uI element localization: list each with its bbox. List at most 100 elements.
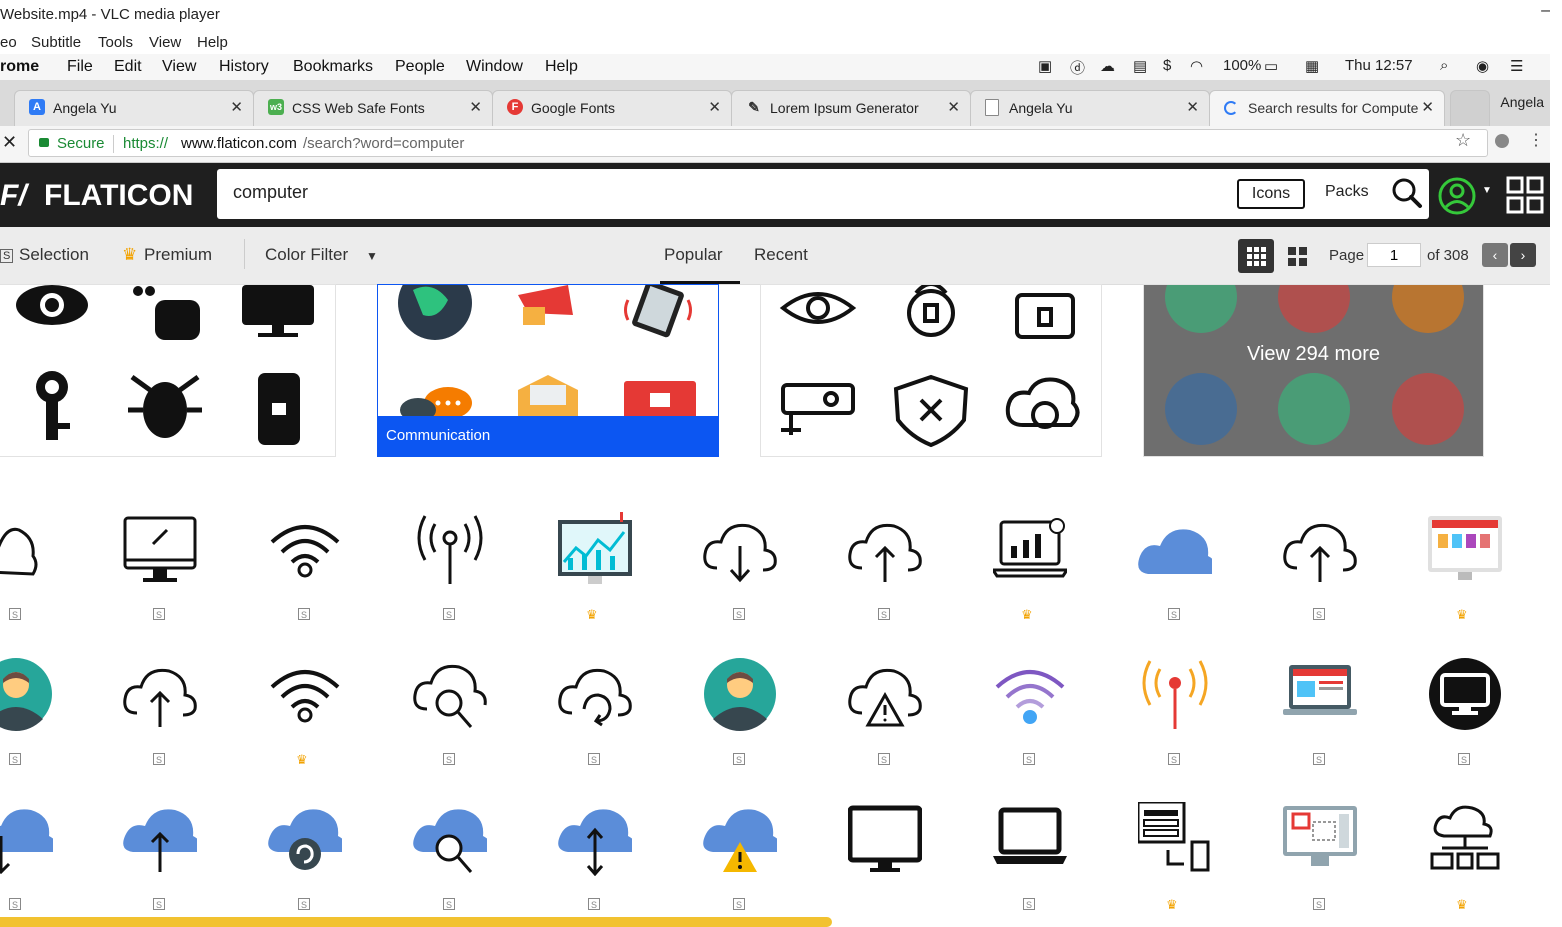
icon-result[interactable]: S	[839, 657, 929, 777]
icon-result[interactable]: ♛	[259, 657, 349, 777]
icon-result[interactable]: S	[114, 657, 204, 777]
tab-angela-yu[interactable]: A Angela Yu ✕	[14, 90, 254, 126]
icon-result[interactable]: S	[114, 512, 204, 632]
previous-page-button[interactable]: ‹	[1482, 243, 1508, 267]
icon-result[interactable]: ♛	[984, 512, 1074, 632]
user-account-icon[interactable]	[1437, 176, 1477, 216]
icon-result[interactable]: S	[549, 657, 639, 777]
icon-result[interactable]: ♛	[1419, 802, 1509, 922]
bookmark-star-icon[interactable]: ☆	[1455, 130, 1471, 151]
menu-people[interactable]: People	[395, 58, 445, 76]
cloud-icon[interactable]: ☁	[1100, 57, 1115, 75]
icon-result[interactable]: S	[694, 512, 784, 632]
tab-search-results[interactable]: Search results for Compute ✕	[1209, 90, 1445, 126]
icon-result[interactable]: S	[839, 512, 929, 632]
menu-bookmarks[interactable]: Bookmarks	[293, 58, 373, 76]
close-tab-icon[interactable]: ✕	[230, 98, 243, 116]
icon-result[interactable]: S	[549, 802, 639, 922]
siri-icon[interactable]: ◉	[1476, 57, 1489, 75]
flaticon-logo-icon[interactable]: F/	[0, 179, 27, 213]
icon-result[interactable]: S	[404, 657, 494, 777]
icon-result[interactable]: ♛	[1419, 512, 1509, 632]
flaticon-logo-text[interactable]: FLATICON	[44, 179, 193, 213]
menu-history[interactable]: History	[219, 58, 269, 76]
pack-view-more[interactable]: View 294 more	[1143, 284, 1484, 457]
tab-google-fonts[interactable]: F Google Fonts ✕	[492, 90, 732, 126]
premium-filter[interactable]: Premium	[144, 245, 212, 265]
d-circle-icon[interactable]: ⓓ	[1070, 57, 1085, 78]
packs-toggle-button[interactable]: Packs	[1325, 183, 1369, 201]
close-tab-icon[interactable]: ✕	[469, 98, 482, 116]
tab-recent[interactable]: Recent	[754, 245, 808, 265]
menu-window[interactable]: Window	[466, 58, 523, 76]
search-icon[interactable]	[1391, 177, 1423, 209]
icon-result[interactable]: S	[1274, 512, 1364, 632]
pack-communication[interactable]: Communication	[377, 284, 719, 457]
vlc-menu-video[interactable]: eo	[0, 34, 17, 51]
apps-grid-icon[interactable]	[1506, 176, 1544, 214]
app-menu[interactable]: rome	[0, 58, 39, 76]
pack-security[interactable]	[0, 284, 336, 457]
screen-record-icon[interactable]: ▣	[1038, 57, 1052, 75]
icon-result[interactable]: S	[1274, 802, 1364, 922]
clock[interactable]: Thu 12:57	[1345, 57, 1413, 74]
icon-result[interactable]: ♛	[1129, 802, 1219, 922]
icon-result[interactable]: S	[1129, 512, 1219, 632]
icon-result[interactable]: S	[1419, 657, 1509, 777]
icon-result[interactable]: S	[404, 802, 494, 922]
browser-menu-icon[interactable]: ⋮	[1528, 130, 1544, 150]
chevron-down-icon[interactable]: ▼	[1482, 185, 1492, 196]
spotlight-search-icon[interactable]: ⌕	[1440, 57, 1448, 74]
page-number-input[interactable]	[1367, 243, 1421, 267]
vlc-menu-help[interactable]: Help	[197, 34, 228, 51]
icon-result[interactable]: S	[0, 802, 60, 922]
dollar-icon[interactable]: $	[1163, 57, 1171, 74]
selection-filter[interactable]: Selection	[19, 245, 89, 265]
tab-popular[interactable]: Popular	[664, 245, 723, 265]
uk-flag-icon[interactable]: ▦	[1305, 57, 1319, 75]
tab-css-web-safe-fonts[interactable]: w3 CSS Web Safe Fonts ✕	[253, 90, 493, 126]
tab-lorem-ipsum[interactable]: ✎ Lorem Ipsum Generator ✕	[731, 90, 971, 126]
icon-result[interactable]: S	[404, 512, 494, 632]
tab-angela-yu-2[interactable]: Angela Yu ✕	[970, 90, 1210, 126]
vlc-menu-tools[interactable]: Tools	[98, 34, 133, 51]
extension-icon[interactable]	[1495, 134, 1509, 148]
close-tab-icon[interactable]: ✕	[708, 98, 721, 116]
pack-security-outline[interactable]	[760, 284, 1102, 457]
icon-result[interactable]: S	[984, 657, 1074, 777]
stop-loading-icon[interactable]: ✕	[2, 132, 17, 153]
close-tab-icon[interactable]: ✕	[1186, 98, 1199, 116]
icon-result[interactable]	[839, 802, 929, 922]
menu-edit[interactable]: Edit	[114, 58, 142, 76]
menu-help[interactable]: Help	[545, 58, 578, 76]
icon-result[interactable]: S	[259, 512, 349, 632]
wifi-icon[interactable]: ◠	[1190, 57, 1203, 75]
icon-result[interactable]: ♛	[549, 512, 639, 632]
promo-bar[interactable]	[0, 917, 832, 927]
menu-file[interactable]: File	[67, 58, 93, 76]
large-grid-view-button[interactable]	[1280, 239, 1316, 273]
close-tab-icon[interactable]: ✕	[947, 98, 960, 116]
profile-name[interactable]: Angela	[1500, 94, 1544, 110]
new-tab-button[interactable]	[1450, 90, 1490, 126]
search-input[interactable]	[231, 181, 935, 204]
icon-result[interactable]: S	[694, 657, 784, 777]
battery-icon[interactable]: ▭	[1264, 57, 1278, 75]
small-grid-view-button[interactable]	[1238, 239, 1274, 273]
close-tab-icon[interactable]: ✕	[1421, 98, 1434, 116]
icon-result[interactable]: S	[1274, 657, 1364, 777]
notification-list-icon[interactable]: ☰	[1510, 57, 1523, 75]
next-page-button[interactable]: ›	[1510, 243, 1536, 267]
icon-result[interactable]: S	[984, 802, 1074, 922]
chevron-down-icon[interactable]: ▼	[366, 249, 378, 263]
icon-result[interactable]: S	[1129, 657, 1219, 777]
omnibox[interactable]: Secure https:// www.flaticon.com /search…	[28, 129, 1488, 157]
icon-result[interactable]: S	[694, 802, 784, 922]
color-filter-dropdown[interactable]: Color Filter	[265, 245, 348, 265]
vlc-menu-subtitle[interactable]: Subtitle	[31, 34, 81, 51]
drive-icon[interactable]: ▤	[1133, 57, 1147, 75]
icon-result[interactable]: S	[259, 802, 349, 922]
minimize-button[interactable]: –	[1541, 2, 1550, 20]
icon-result[interactable]: S	[0, 657, 60, 777]
icon-result[interactable]: S	[0, 512, 60, 632]
